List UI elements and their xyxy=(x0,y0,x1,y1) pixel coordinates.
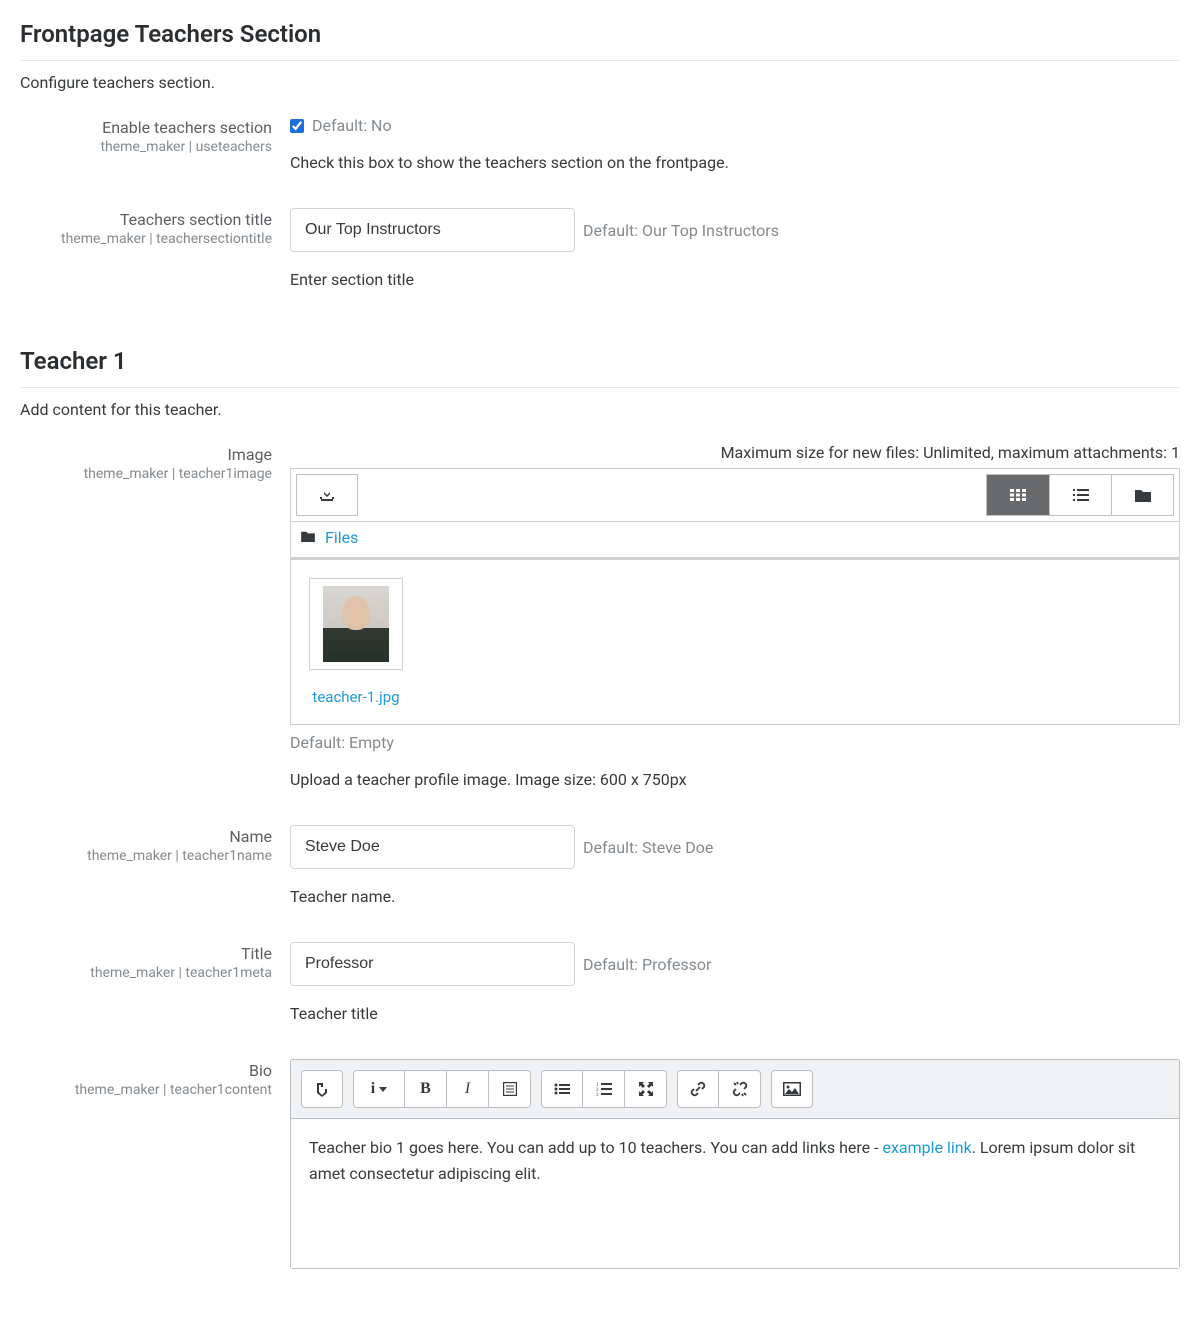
teacher-name-help: Teacher name. xyxy=(290,887,1180,906)
file-max-text: Maximum size for new files: Unlimited, m… xyxy=(290,443,1180,462)
toolbar-ol-button[interactable]: 123 xyxy=(583,1070,625,1108)
teacher-bio-label: Bio xyxy=(20,1061,272,1080)
expand-icon xyxy=(639,1082,653,1096)
file-picker: Files teacher-1.jpg xyxy=(290,468,1180,725)
bio-text-pre: Teacher bio 1 goes here. You can add up … xyxy=(309,1138,882,1157)
toolbar-unlink-button[interactable] xyxy=(719,1070,761,1108)
download-icon xyxy=(319,487,335,503)
teacher-name-label: Name xyxy=(20,827,272,846)
enable-teachers-default: Default: No xyxy=(312,116,392,135)
toggle-icon xyxy=(315,1081,329,1097)
caret-down-icon xyxy=(379,1087,387,1092)
enable-teachers-checkbox[interactable] xyxy=(290,119,304,133)
image-help: Upload a teacher profile image. Image si… xyxy=(290,770,1180,789)
section-heading-teacher1: Teacher 1 xyxy=(20,347,1180,388)
teachers-title-label: Teachers section title xyxy=(20,210,272,229)
bold-icon: B xyxy=(420,1080,431,1098)
ul-icon xyxy=(554,1083,570,1095)
add-file-button[interactable] xyxy=(296,474,358,516)
toolbar-paragraph-button[interactable]: i xyxy=(353,1070,405,1108)
teachers-title-key: theme_maker | teachersectiontitle xyxy=(20,231,272,247)
enable-teachers-help: Check this box to show the teachers sect… xyxy=(290,153,1180,172)
breadcrumb-files-link[interactable]: Files xyxy=(325,528,358,547)
toolbar-image-button[interactable] xyxy=(771,1070,813,1108)
section-desc-teacher1: Add content for this teacher. xyxy=(20,400,1180,419)
grid-icon xyxy=(1010,489,1026,501)
teachers-title-input[interactable] xyxy=(290,208,575,252)
breadcrumb-folder-icon xyxy=(301,530,315,546)
toolbar-grid-button[interactable] xyxy=(489,1070,531,1108)
enable-teachers-key: theme_maker | useteachers xyxy=(20,139,272,155)
file-name-link[interactable]: teacher-1.jpg xyxy=(309,688,403,706)
view-toggle-group xyxy=(986,474,1174,516)
unlink-icon xyxy=(732,1081,748,1097)
view-tree-button[interactable] xyxy=(1111,475,1173,515)
teacher-name-input[interactable] xyxy=(290,825,575,869)
view-grid-button[interactable] xyxy=(987,475,1049,515)
list-icon xyxy=(1073,489,1089,501)
view-list-button[interactable] xyxy=(1049,475,1111,515)
teacher-image-label: Image xyxy=(20,445,272,464)
toolbar-italic-button[interactable]: I xyxy=(447,1070,489,1108)
teacher-title-key: theme_maker | teacher1meta xyxy=(20,965,272,981)
enable-teachers-label: Enable teachers section xyxy=(20,118,272,137)
folder-icon xyxy=(1135,488,1151,502)
toolbar-ul-button[interactable] xyxy=(541,1070,583,1108)
section-desc-frontpage: Configure teachers section. xyxy=(20,73,1180,92)
toolbar-expand-button[interactable] xyxy=(301,1070,343,1108)
ol-icon: 123 xyxy=(596,1082,612,1096)
section-heading-frontpage: Frontpage Teachers Section xyxy=(20,20,1180,61)
italic-icon: I xyxy=(465,1080,470,1098)
teachers-title-default: Default: Our Top Instructors xyxy=(583,221,779,240)
svg-text:1: 1 xyxy=(596,1083,599,1088)
toolbar-fullscreen-button[interactable] xyxy=(625,1070,667,1108)
editor-content-area[interactable]: Teacher bio 1 goes here. You can add up … xyxy=(291,1118,1179,1268)
teacher-image-key: theme_maker | teacher1image xyxy=(20,466,272,482)
teacher-bio-key: theme_maker | teacher1content xyxy=(20,1082,272,1098)
bio-example-link[interactable]: example link xyxy=(882,1138,971,1157)
file-thumbnail[interactable]: teacher-1.jpg xyxy=(309,578,403,706)
more-grid-icon xyxy=(503,1082,517,1096)
teacher-image-preview xyxy=(323,586,389,662)
toolbar-bold-button[interactable]: B xyxy=(405,1070,447,1108)
image-default: Default: Empty xyxy=(290,733,1180,752)
teacher-title-help: Teacher title xyxy=(290,1004,1180,1023)
toolbar-link-button[interactable] xyxy=(677,1070,719,1108)
rich-text-editor: i B I 123 xyxy=(290,1059,1180,1269)
teachers-title-help: Enter section title xyxy=(290,270,1180,289)
image-icon xyxy=(783,1082,801,1096)
teacher-title-label: Title xyxy=(20,944,272,963)
teacher-name-default: Default: Steve Doe xyxy=(583,838,713,857)
teacher-title-input[interactable] xyxy=(290,942,575,986)
svg-text:3: 3 xyxy=(596,1093,599,1096)
link-icon xyxy=(690,1081,706,1097)
svg-text:2: 2 xyxy=(596,1088,599,1093)
info-icon: i xyxy=(371,1080,375,1098)
teacher-title-default: Default: Professor xyxy=(583,955,711,974)
teacher-name-key: theme_maker | teacher1name xyxy=(20,848,272,864)
